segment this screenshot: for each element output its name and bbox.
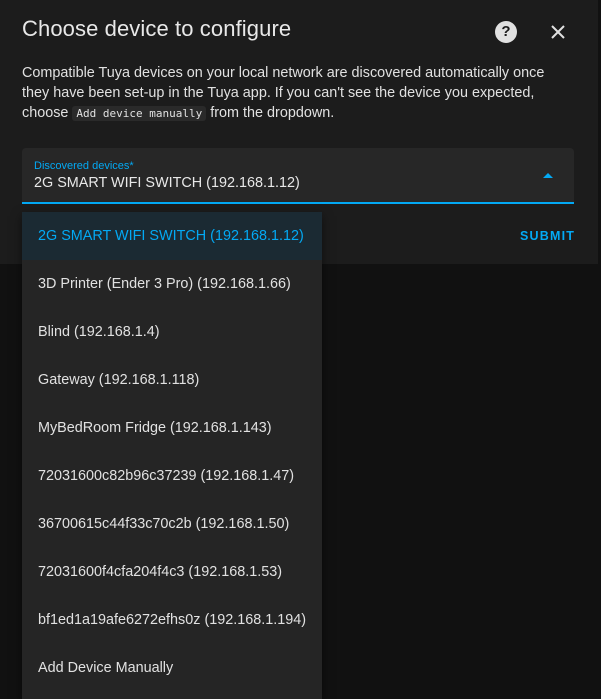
close-icon[interactable]	[546, 20, 570, 44]
select-value: 2G SMART WIFI SWITCH (192.168.1.12)	[34, 175, 300, 191]
description-text-end: from the dropdown.	[206, 105, 335, 121]
menu-item[interactable]: Gateway (192.168.1.118)	[22, 356, 322, 404]
menu-item[interactable]: MyBedRoom Fridge (192.168.1.143)	[22, 404, 322, 452]
menu-item[interactable]: Blind (192.168.1.4)	[22, 308, 322, 356]
menu-item[interactable]: 3D Printer (Ender 3 Pro) (192.168.1.66)	[22, 260, 322, 308]
dialog-description: Compatible Tuya devices on your local ne…	[22, 63, 572, 124]
menu-item[interactable]: 72031600f4cfa204f4c3 (192.168.1.53)	[22, 548, 322, 596]
help-icon[interactable]: ?	[495, 21, 517, 43]
arrow-up-icon[interactable]	[543, 173, 553, 178]
description-code: Add device manually	[72, 106, 207, 121]
menu-item[interactable]: 36700615c44f33c70c2b (192.168.1.50)	[22, 500, 322, 548]
dialog-title: Choose device to configure	[22, 16, 292, 41]
menu-item[interactable]: 72031600c82b96c37239 (192.168.1.47)	[22, 452, 322, 500]
dropdown-menu: 2G SMART WIFI SWITCH (192.168.1.12) 3D Pr…	[22, 212, 322, 699]
menu-item[interactable]: 2G SMART WIFI SWITCH (192.168.1.12)	[22, 212, 322, 260]
select-label: Discovered devices*	[34, 160, 134, 172]
menu-item[interactable]: bf1ed1a19afe6272efhs0z (192.168.1.194)	[22, 596, 322, 644]
discovered-devices-select[interactable]: Discovered devices* 2G SMART WIFI SWITCH…	[22, 148, 574, 204]
submit-button[interactable]: SUBMIT	[520, 229, 575, 243]
menu-item[interactable]: Add Device Manually	[22, 644, 322, 692]
